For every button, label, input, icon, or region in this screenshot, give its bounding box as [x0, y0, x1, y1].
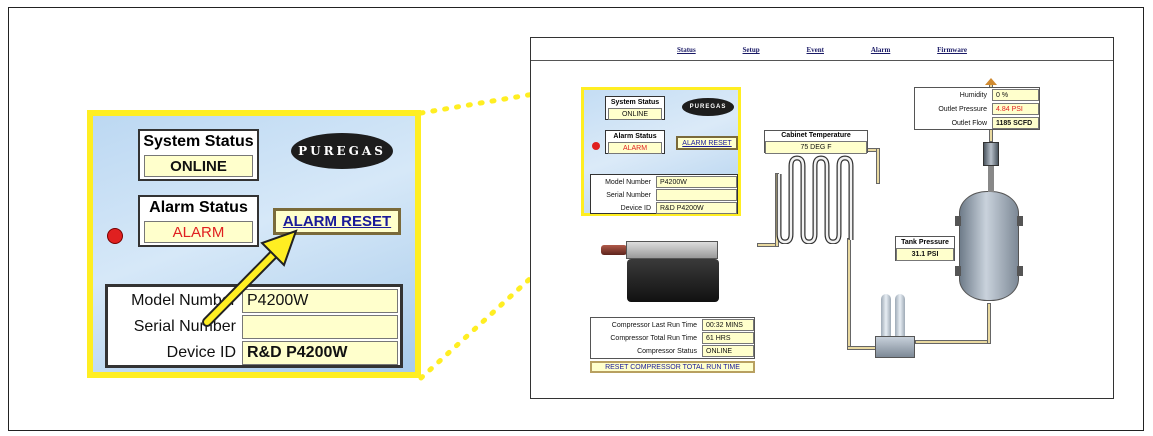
- outlet-pressure-value: 4.84 PSI: [992, 103, 1039, 115]
- cabinet-temperature-label: Cabinet Temperature: [781, 132, 851, 139]
- compressor-status-value: ONLINE: [702, 345, 754, 357]
- nav-divider: [531, 60, 1113, 61]
- mini-alarm-reset-button[interactable]: ALARM RESET: [676, 136, 738, 150]
- tank-bracket: [955, 216, 961, 226]
- mini-alarm-status-box: Alarm Status ALARM: [605, 130, 665, 154]
- pipe: [876, 148, 880, 184]
- mini-serial-number-label: Serial Number: [606, 191, 651, 199]
- filter-canister: [881, 294, 891, 340]
- outlet-readings-table: Humidity 0 % Outlet Pressure 4.84 PSI Ou…: [914, 87, 1040, 130]
- tank-bracket: [1017, 216, 1023, 226]
- compressor-total-run-value: 61 HRS: [702, 332, 754, 344]
- mini-model-number-label: Model Number: [605, 178, 651, 186]
- reset-compressor-run-time-button[interactable]: RESET COMPRESSOR TOTAL RUN TIME: [590, 361, 755, 373]
- mini-serial-number-value: [656, 189, 737, 201]
- mini-system-status-box: System Status ONLINE: [605, 96, 665, 120]
- compressor-status-label: Compressor Status: [637, 347, 697, 355]
- outlet-pressure-label: Outlet Pressure: [938, 105, 987, 113]
- valve-icon: [983, 142, 999, 166]
- cooling-coil-icon: [776, 155, 854, 244]
- flow-arrow-icon: [985, 78, 997, 85]
- nav-alarm[interactable]: Alarm: [871, 46, 890, 54]
- tank-bracket: [1017, 266, 1023, 276]
- pipe: [847, 238, 851, 350]
- top-nav: Status Setup Event Alarm Firmware: [677, 46, 967, 54]
- compressor-last-run-value: 00:32 MINS: [702, 319, 754, 331]
- status-panel: System Status ONLINE PUREGAS Alarm Statu…: [581, 87, 741, 216]
- compressor-icon: [627, 259, 719, 302]
- storage-tank-icon: [959, 191, 1019, 301]
- nav-setup[interactable]: Setup: [743, 46, 760, 54]
- nav-firmware[interactable]: Firmware: [937, 46, 967, 54]
- cabinet-temperature-value: 75 DEG F: [765, 141, 867, 154]
- humidity-label: Humidity: [959, 91, 987, 99]
- nav-event[interactable]: Event: [807, 46, 825, 54]
- compressor-total-run-label: Compressor Total Run Time: [610, 334, 697, 342]
- compressor-head: [626, 241, 718, 259]
- compressor-last-run-label: Compressor Last Run Time: [611, 321, 697, 329]
- mini-device-id-label: Device ID: [620, 204, 651, 212]
- compressor-inlet: [601, 245, 627, 255]
- mini-alarm-status-value: ALARM: [608, 142, 662, 154]
- outlet-flow-value: 1185 SCFD: [992, 117, 1039, 129]
- mini-model-number-value: P4200W: [656, 176, 737, 188]
- mini-alarm-status-label: Alarm Status: [613, 133, 657, 140]
- pipe: [915, 340, 991, 344]
- pipe: [987, 303, 991, 344]
- dryer-base-icon: [875, 336, 915, 358]
- nav-status[interactable]: Status: [677, 46, 696, 54]
- mini-device-info-table: Model Number P4200W Serial Number Device…: [590, 174, 738, 214]
- tank-pressure-box: Tank Pressure 31.1 PSI: [895, 236, 955, 261]
- humidity-value: 0 %: [992, 89, 1039, 101]
- web-interface-screenshot: Status Setup Event Alarm Firmware Cabine…: [530, 37, 1114, 399]
- cabinet-temperature-box: Cabinet Temperature 75 DEG F: [764, 130, 868, 154]
- mini-alarm-indicator-icon: [592, 142, 600, 150]
- filter-canister: [895, 294, 905, 340]
- mini-system-status-label: System Status: [610, 99, 660, 106]
- valve-stem: [988, 166, 994, 192]
- compressor-info-table: Compressor Last Run Time 00:32 MINS Comp…: [590, 317, 755, 359]
- outlet-flow-label: Outlet Flow: [951, 119, 987, 127]
- tank-bracket: [955, 266, 961, 276]
- mini-device-id-value: R&D P4200W: [656, 202, 737, 214]
- mini-puregas-logo: PUREGAS: [682, 98, 734, 116]
- mini-system-status-value: ONLINE: [608, 108, 662, 120]
- tank-pressure-value: 31.1 PSI: [896, 248, 954, 261]
- tank-pressure-label: Tank Pressure: [901, 239, 949, 246]
